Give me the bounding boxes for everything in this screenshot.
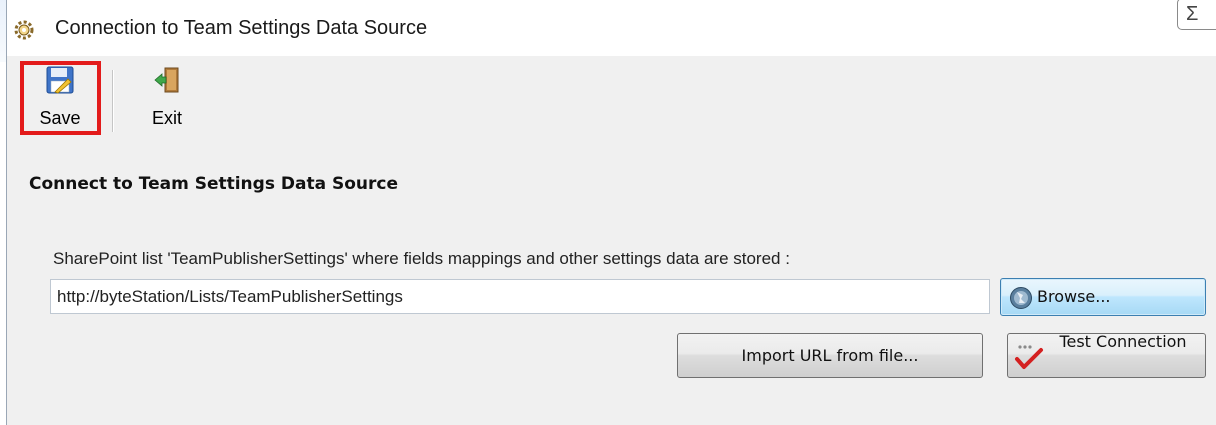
save-highlight-box — [20, 61, 101, 135]
sharepoint-url-input[interactable]: http://byteStation/Lists/TeamPublisherSe… — [50, 279, 990, 314]
window-title: Connection to Team Settings Data Source — [55, 17, 428, 39]
test-connection-button[interactable]: Test Connection — [1007, 333, 1206, 378]
browse-label: Browse... — [1037, 287, 1111, 306]
section-title: Connect to Team Settings Data Source — [29, 174, 398, 194]
globe-icon — [1010, 287, 1032, 309]
test-connection-label: Test Connection — [1059, 333, 1187, 351]
dialog-window: Connection to Team Settings Data Source … — [6, 0, 1216, 425]
exit-button[interactable]: Exit — [127, 64, 207, 136]
settings-gear-icon — [14, 20, 34, 40]
exit-door-icon — [154, 67, 179, 93]
close-button[interactable]: Σ — [1177, 0, 1216, 30]
import-url-button[interactable]: Import URL from file... — [677, 333, 983, 378]
checkmark-icon — [1015, 345, 1043, 369]
sharepoint-list-label: SharePoint list 'TeamPublisherSettings' … — [53, 249, 790, 268]
toolbar-separator — [112, 70, 113, 132]
import-url-label: Import URL from file... — [741, 346, 919, 365]
browse-button[interactable]: Browse... — [1000, 278, 1206, 316]
exit-label: Exit — [151, 108, 182, 128]
toolbar: Save Exit — [7, 56, 1216, 146]
title-bar: Connection to Team Settings Data Source … — [7, 0, 1216, 56]
